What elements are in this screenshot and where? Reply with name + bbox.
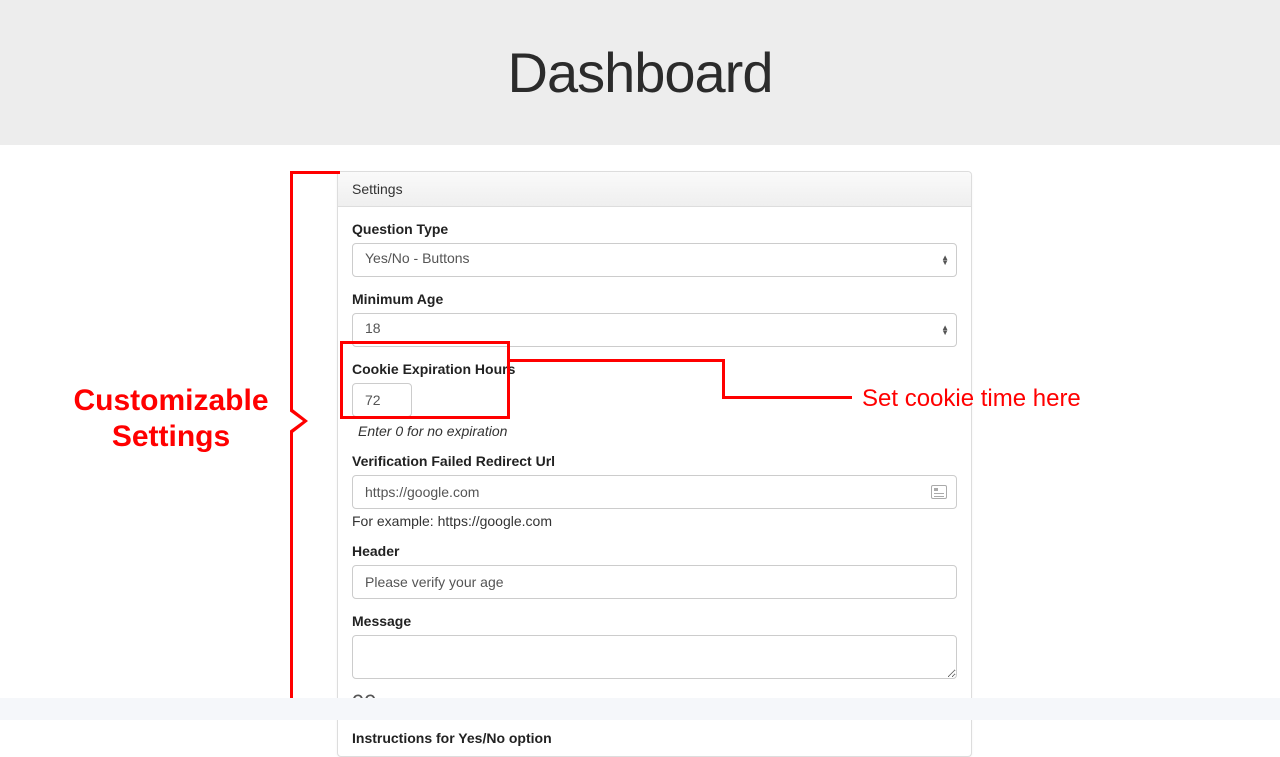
annotation-pointer-icon (290, 407, 308, 435)
field-question-type: Question Type Yes/No - Buttons ▲▼ (352, 221, 957, 277)
label-minimum-age: Minimum Age (352, 291, 957, 307)
label-question-type: Question Type (352, 221, 957, 237)
helper-cookie-hours: Enter 0 for no expiration (352, 423, 957, 439)
field-header: Header (352, 543, 957, 599)
field-minimum-age: Minimum Age 18 ▲▼ (352, 291, 957, 347)
panel-title: Settings (338, 172, 971, 207)
textarea-message[interactable] (352, 635, 957, 679)
page-title: Dashboard (508, 40, 773, 105)
select-minimum-age[interactable]: 18 (352, 313, 957, 347)
label-redirect-url: Verification Failed Redirect Url (352, 453, 957, 469)
helper-redirect-url: For example: https://google.com (352, 513, 957, 529)
label-header: Header (352, 543, 957, 559)
label-message: Message (352, 613, 957, 629)
annotation-right-callout: Set cookie time here (862, 385, 1081, 414)
select-question-type[interactable]: Yes/No - Buttons (352, 243, 957, 277)
label-cookie-hours: Cookie Expiration Hours (352, 361, 957, 377)
annotation-bracket (290, 171, 340, 704)
annotation-lead-line (510, 359, 725, 362)
field-redirect-url: Verification Failed Redirect Url For exa… (352, 453, 957, 529)
input-redirect-url[interactable] (352, 475, 957, 509)
contacts-icon (931, 485, 947, 499)
panel-body: Question Type Yes/No - Buttons ▲▼ Minimu… (338, 207, 971, 756)
input-cookie-hours[interactable] (352, 383, 412, 417)
annotation-left-callout: Customizable Settings (56, 383, 286, 455)
page-header: Dashboard (0, 0, 1280, 145)
input-header[interactable] (352, 565, 957, 599)
label-instructions: Instructions for Yes/No option (352, 730, 957, 746)
annotation-lead-line (722, 359, 725, 399)
annotation-lead-line (722, 396, 852, 399)
settings-panel: Settings Question Type Yes/No - Buttons … (337, 171, 972, 757)
footer-strip (0, 698, 1280, 720)
